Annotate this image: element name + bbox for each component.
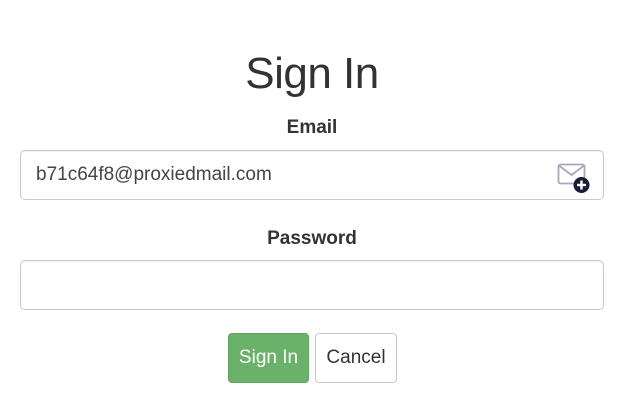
- page-title: Sign In: [245, 49, 379, 98]
- email-label: Email: [286, 117, 338, 138]
- sign-in-page: Sign In Email Password Sign In Cancel: [0, 0, 640, 400]
- cancel-button[interactable]: Cancel: [315, 333, 397, 383]
- mail-plus-icon[interactable]: [557, 160, 591, 194]
- email-input[interactable]: [21, 151, 541, 199]
- password-label: Password: [267, 228, 357, 249]
- email-field-container: [20, 150, 604, 200]
- password-field-container: [20, 260, 604, 310]
- sign-in-button[interactable]: Sign In: [228, 333, 309, 383]
- password-input[interactable]: [21, 261, 541, 309]
